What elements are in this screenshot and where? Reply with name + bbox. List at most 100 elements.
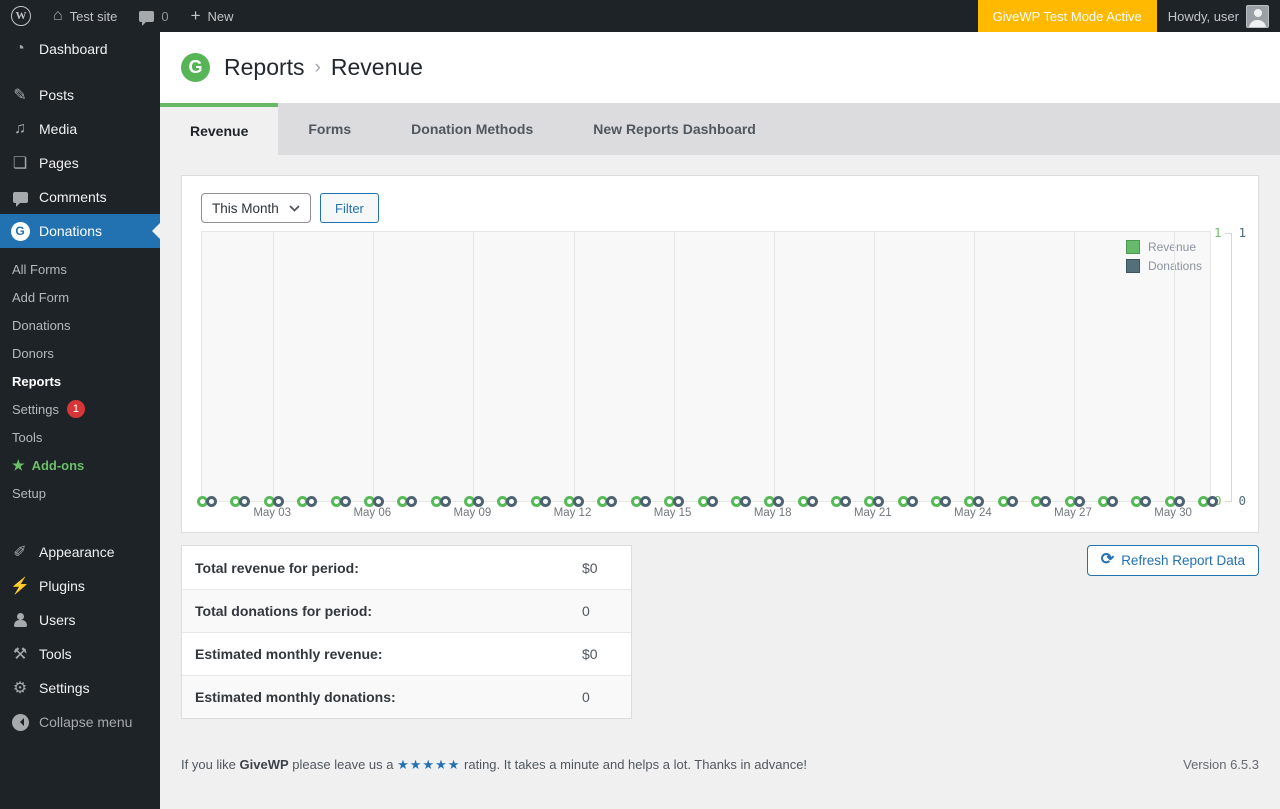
comments-menu[interactable]: 0 xyxy=(128,0,179,32)
summary-table: Total revenue for period: $0 Total donatio… xyxy=(181,545,632,719)
data-point-donations[interactable] xyxy=(272,495,284,507)
revenue-swatch-icon xyxy=(1125,240,1140,254)
legend-item-donations[interactable]: Donations xyxy=(1125,259,1202,273)
chart-gridline xyxy=(773,232,775,501)
sidebar-subitem-reports[interactable]: Reports xyxy=(0,367,160,395)
sidebar-subitem-add-ons[interactable]: ★ Add-ons xyxy=(0,451,160,479)
pages-icon: ❏ xyxy=(12,155,28,172)
site-name-menu[interactable]: ⌂ Test site xyxy=(42,0,128,32)
sidebar-item-collapse-menu[interactable]: Collapse menu xyxy=(0,705,160,739)
sidebar-item-label: Donations xyxy=(39,223,103,239)
wordpress-logo-menu[interactable]: W xyxy=(0,0,42,32)
sidebar-item-pages[interactable]: ❏ Pages xyxy=(0,146,160,180)
data-point-donations[interactable] xyxy=(1106,495,1118,507)
my-account-menu[interactable]: Howdy, user xyxy=(1157,0,1280,32)
data-point-donations[interactable] xyxy=(906,495,918,507)
home-icon: ⌂ xyxy=(53,7,63,24)
sidebar-item-plugins[interactable]: ⚡ Plugins xyxy=(0,569,160,603)
sidebar-item-media[interactable]: ♫ Media xyxy=(0,112,160,146)
collapse-icon xyxy=(10,712,30,732)
data-point-donations[interactable] xyxy=(739,495,751,507)
breadcrumb-current: Revenue xyxy=(330,54,423,80)
sidebar-item-posts[interactable]: ✎ Posts xyxy=(0,78,160,112)
data-point-donations[interactable] xyxy=(1073,495,1085,507)
data-point-donations[interactable] xyxy=(239,495,251,507)
summary-table-row: Estimated monthly donations: 0 xyxy=(182,675,631,718)
admin-bar-left: W ⌂ Test site 0 + New xyxy=(0,0,245,32)
data-point-donations[interactable] xyxy=(639,495,651,507)
data-point-donations[interactable] xyxy=(339,495,351,507)
sidebar-subitem-donors[interactable]: Donors xyxy=(0,339,160,367)
sidebar-subitem-add-form[interactable]: Add Form xyxy=(0,283,160,311)
data-point-donations[interactable] xyxy=(506,495,518,507)
data-point-donations[interactable] xyxy=(706,495,718,507)
new-label: New xyxy=(207,8,234,24)
five-star-rating-link[interactable]: ★★★★★ xyxy=(397,757,460,772)
data-point-donations[interactable] xyxy=(806,495,818,507)
sidebar-item-dashboard[interactable]: ◔ Dashboard xyxy=(0,32,160,66)
refresh-report-button[interactable]: ⟳ Refresh Report Data xyxy=(1086,545,1259,576)
data-point-donations[interactable] xyxy=(973,495,985,507)
data-point-donations[interactable] xyxy=(1006,495,1018,507)
period-select[interactable]: This Month xyxy=(201,193,311,223)
x-axis-tick-label: May 03 xyxy=(253,507,292,519)
filter-button[interactable]: Filter xyxy=(320,193,379,223)
comment-bubble-icon xyxy=(12,191,28,207)
sidebar-subitem-label: Donors xyxy=(12,345,54,361)
data-point-donations[interactable] xyxy=(539,495,551,507)
data-point-donations[interactable] xyxy=(406,495,418,507)
sidebar-item-label: Media xyxy=(39,121,78,137)
sidebar-item-tools[interactable]: ⚒ Tools xyxy=(0,637,160,671)
sidebar-subitem-donations[interactable]: Donations xyxy=(0,311,160,339)
site-name: Test site xyxy=(69,8,118,24)
data-point-donations[interactable] xyxy=(573,495,584,507)
givewp-test-mode-badge[interactable]: GiveWP Test Mode Active xyxy=(977,0,1157,32)
data-point-donations[interactable] xyxy=(1173,495,1185,507)
sidebar-item-settings[interactable]: ⚙ Settings xyxy=(0,671,160,705)
new-content-menu[interactable]: + New xyxy=(180,0,245,32)
sidebar-item-appearance[interactable]: ✐ Appearance xyxy=(0,535,160,569)
tab-forms[interactable]: Forms xyxy=(278,103,381,155)
data-point-donations[interactable] xyxy=(206,495,217,507)
sidebar-subitem-all-forms[interactable]: All Forms xyxy=(0,255,160,283)
sidebar-item-label: Appearance xyxy=(39,544,115,560)
sidebar-subitem-settings[interactable]: Settings 1 xyxy=(0,395,160,423)
chart-gridline xyxy=(1074,232,1075,501)
summary-row-value: 0 xyxy=(582,689,590,705)
sidebar-item-label: Dashboard xyxy=(39,41,108,57)
summary-row-value: $0 xyxy=(582,646,598,662)
summary-table-row: Estimated monthly revenue: $0 xyxy=(182,632,631,675)
sidebar-item-label: Settings xyxy=(39,680,90,696)
data-point-donations[interactable] xyxy=(372,495,384,507)
sidebar-subitem-tools[interactable]: Tools xyxy=(0,423,160,451)
sidebar-subitem-label: Tools xyxy=(12,429,43,445)
user-avatar xyxy=(1246,4,1269,28)
x-axis-tick-label: May 21 xyxy=(853,507,892,519)
data-point-donations[interactable] xyxy=(840,495,851,507)
data-point-donations[interactable] xyxy=(306,495,318,507)
sidebar-item-users[interactable]: Users xyxy=(0,603,160,637)
sidebar-item-donations[interactable]: G Donations xyxy=(0,214,160,248)
data-point-donations[interactable] xyxy=(1140,495,1152,507)
data-point-donations[interactable] xyxy=(773,495,785,507)
legend-item-revenue[interactable]: Revenue xyxy=(1125,240,1202,254)
x-axis-tick-label: May 24 xyxy=(954,507,992,519)
sidebar-item-comments[interactable]: Comments xyxy=(0,180,160,214)
data-point-donations[interactable] xyxy=(673,495,685,507)
sidebar-menu-bottom: ✐ Appearance ⚡ Plugins Users ⚒ Tools ⚙ Settings C… xyxy=(0,535,160,739)
update-count-badge: 1 xyxy=(66,400,85,418)
summary-row-label: Estimated monthly revenue: xyxy=(195,646,383,662)
data-point-donations[interactable] xyxy=(873,495,885,507)
tab-new-reports-dashboard[interactable]: New Reports Dashboard xyxy=(563,103,786,155)
data-point-donations[interactable] xyxy=(940,495,952,507)
givewp-icon: G xyxy=(10,221,30,241)
data-point-donations[interactable] xyxy=(1040,495,1052,507)
data-point-donations[interactable] xyxy=(606,495,618,507)
chart-gridline xyxy=(473,232,475,501)
data-point-donations[interactable] xyxy=(472,495,484,507)
data-point-donations[interactable] xyxy=(1207,495,1218,507)
sidebar-subitem-setup[interactable]: Setup xyxy=(0,479,160,507)
data-point-donations[interactable] xyxy=(439,495,451,507)
tab-revenue[interactable]: Revenue xyxy=(160,103,279,155)
tab-donation-methods[interactable]: Donation Methods xyxy=(381,103,563,155)
